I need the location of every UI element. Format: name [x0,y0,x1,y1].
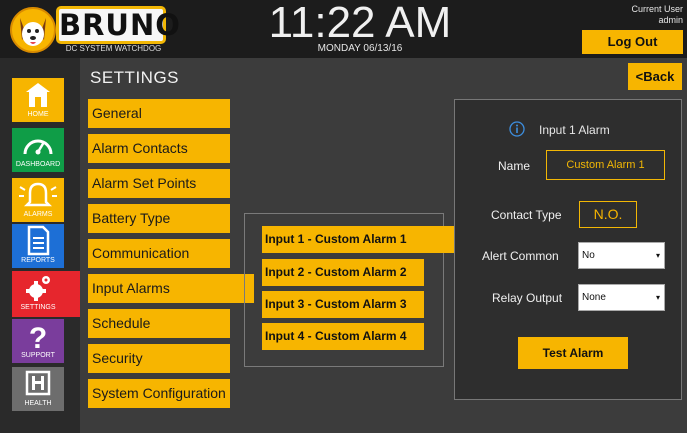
menu-item-security[interactable]: Security [88,344,230,373]
brand-logo-box: BRUNO [56,6,181,44]
header-bar: BRUNO DC SYSTEM WATCHDOG 11:22 AM MONDAY… [0,0,687,58]
svg-text:?: ? [29,322,47,351]
sidebar-item-reports[interactable]: REPORTS [12,224,64,268]
menu-item-battery-type[interactable]: Battery Type [88,204,230,233]
sidebar-item-settings[interactable]: SETTINGS [12,271,80,317]
clock-date: MONDAY 06/13/16 [317,43,403,54]
input-item-3[interactable]: Input 3 - Custom Alarm 3 [262,291,424,318]
sidebar-item-label: ALARMS [23,211,53,218]
sidebar-item-home[interactable]: HOME [12,78,64,122]
sidebar-item-label: HEALTH [24,400,52,407]
page-title: SETTINGS [90,68,180,87]
clock-time: 11:22 AM [268,0,452,47]
current-user-label: Current User [631,4,683,14]
sidebar-item-label: HOME [27,111,49,118]
bell-icon [19,182,57,207]
alert-common-value: No [582,250,595,261]
alert-common-select[interactable]: No ▾ [578,242,665,269]
sidebar-item-alarms[interactable]: ALARMS [12,178,64,222]
sidebar-item-label: SETTINGS [20,304,56,311]
app-window: BRUNO DC SYSTEM WATCHDOG 11:22 AM MONDAY… [0,0,687,433]
sidebar-item-health[interactable]: HEALTH [12,367,64,411]
gauge-icon [23,139,53,155]
brand-name: BRUNO [59,8,181,42]
chevron-down-icon: ▾ [655,293,660,302]
sidebar: HOME DASHBOARD ALARMS REPORTS SETTINGS ?… [0,58,80,433]
relay-output-select[interactable]: None ▾ [578,284,665,311]
document-icon [27,225,50,256]
relay-output-label: Relay Output [492,291,563,305]
name-label: Name [498,159,531,173]
health-icon [25,370,51,396]
name-field[interactable]: Custom Alarm 1 [546,150,665,180]
input-item-4[interactable]: Input 4 - Custom Alarm 4 [262,323,424,350]
detail-title: Input 1 Alarm [539,123,610,137]
menu-item-system-configuration[interactable]: System Configuration [88,379,230,408]
input-item-1[interactable]: Input 1 - Custom Alarm 1 [262,226,472,253]
back-button[interactable]: <Back [628,63,682,90]
menu-item-alarm-set-points[interactable]: Alarm Set Points [88,169,230,198]
chevron-down-icon: ▾ [655,251,660,260]
question-icon: ? [29,322,47,351]
relay-output-value: None [582,292,606,303]
sidebar-item-label: SUPPORT [21,352,55,359]
gear-icon [26,276,50,301]
contact-type-field[interactable]: N.O. [579,201,637,228]
menu-item-input-alarms[interactable]: Input Alarms [88,274,254,303]
dog-logo-icon [10,7,56,53]
home-icon [26,83,50,107]
brand-subtitle: DC SYSTEM WATCHDOG [65,44,162,53]
contact-type-label: Contact Type [491,208,562,222]
menu-item-communication[interactable]: Communication [88,239,230,268]
alert-common-label: Alert Common [482,249,559,263]
sidebar-item-support[interactable]: ? SUPPORT [12,319,64,363]
sidebar-item-label: REPORTS [21,257,55,264]
menu-item-schedule[interactable]: Schedule [88,309,230,338]
info-icon [509,121,525,137]
sidebar-item-dashboard[interactable]: DASHBOARD [12,128,64,172]
menu-item-general[interactable]: General [88,99,230,128]
input-item-2[interactable]: Input 2 - Custom Alarm 2 [262,259,424,286]
sidebar-item-label: DASHBOARD [15,161,61,168]
current-user-name: admin [658,15,683,25]
test-alarm-button[interactable]: Test Alarm [518,337,628,369]
logout-button[interactable]: Log Out [582,30,683,54]
menu-item-alarm-contacts[interactable]: Alarm Contacts [88,134,230,163]
